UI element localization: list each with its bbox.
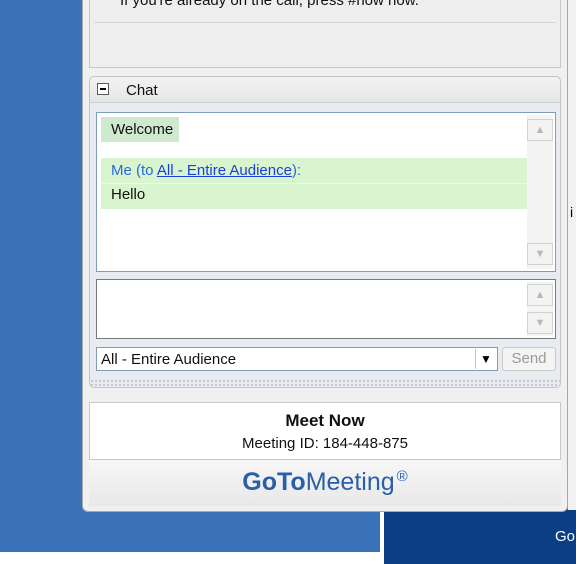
chat-message-input[interactable]: ▲ ▼ bbox=[96, 279, 556, 339]
audio-divider bbox=[94, 22, 556, 23]
background-strip bbox=[0, 552, 384, 564]
audio-section: If you're already on the call, press #no… bbox=[89, 0, 561, 68]
meeting-status: Meet Now bbox=[285, 411, 365, 430]
chat-message-text: Hello bbox=[101, 183, 527, 209]
chat-title: Chat bbox=[126, 82, 158, 99]
message-sender: Me bbox=[111, 162, 132, 179]
chat-input-scrollbar[interactable]: ▲ ▼ bbox=[527, 282, 553, 336]
chat-header: Chat bbox=[90, 77, 560, 103]
recipient-select-value: All - Entire Audience bbox=[101, 351, 237, 368]
background-window-edge bbox=[568, 0, 576, 510]
chat-log-scrollbar[interactable]: ▲ ▼ bbox=[527, 115, 553, 269]
chat-pane: Chat Welcome Me (to All - Entire Audienc… bbox=[89, 76, 561, 388]
brand-wordmark: GoToMeeting ® bbox=[242, 468, 407, 497]
scroll-down-button[interactable]: ▼ bbox=[527, 243, 553, 265]
message-suffix: ): bbox=[291, 162, 302, 179]
message-prefix: (to bbox=[131, 162, 157, 179]
welcome-message: Welcome bbox=[101, 117, 180, 142]
brand-regular-part: Meeting bbox=[305, 468, 395, 496]
recipient-select[interactable]: All - Entire Audience ▼ bbox=[96, 347, 498, 371]
meeting-info: Meet Now Meeting ID: 184-448-875 bbox=[89, 402, 561, 460]
brand-bold-part: GoTo bbox=[242, 468, 306, 496]
meeting-id: Meeting ID: 184-448-875 bbox=[242, 435, 408, 452]
registered-mark: ® bbox=[396, 468, 408, 485]
gotomeeting-control-panel: If you're already on the call, press #no… bbox=[82, 0, 568, 512]
audio-instruction-text: If you're already on the call, press #no… bbox=[120, 0, 419, 9]
background-panel bbox=[384, 510, 576, 564]
input-scroll-up-button[interactable]: ▲ bbox=[527, 284, 553, 306]
message-recipient-link[interactable]: All - Entire Audience bbox=[157, 162, 292, 179]
chat-log[interactable]: Welcome Me (to All - Entire Audience): H… bbox=[96, 112, 556, 272]
background-partial-mark: i bbox=[570, 204, 574, 220]
collapse-chat-button[interactable] bbox=[97, 83, 109, 95]
background-partial-text: Go bbox=[555, 528, 576, 545]
input-scroll-down-button[interactable]: ▼ bbox=[527, 312, 553, 334]
chat-message-header: Me (to All - Entire Audience): bbox=[101, 158, 527, 183]
scroll-up-button[interactable]: ▲ bbox=[527, 119, 553, 141]
gotomeeting-logo: GoToMeeting ® bbox=[89, 460, 561, 506]
chevron-down-icon[interactable]: ▼ bbox=[475, 349, 496, 369]
resize-grip[interactable] bbox=[90, 379, 560, 387]
send-button[interactable]: Send bbox=[502, 347, 556, 371]
chat-log-content: Welcome Me (to All - Entire Audience): H… bbox=[101, 117, 527, 209]
